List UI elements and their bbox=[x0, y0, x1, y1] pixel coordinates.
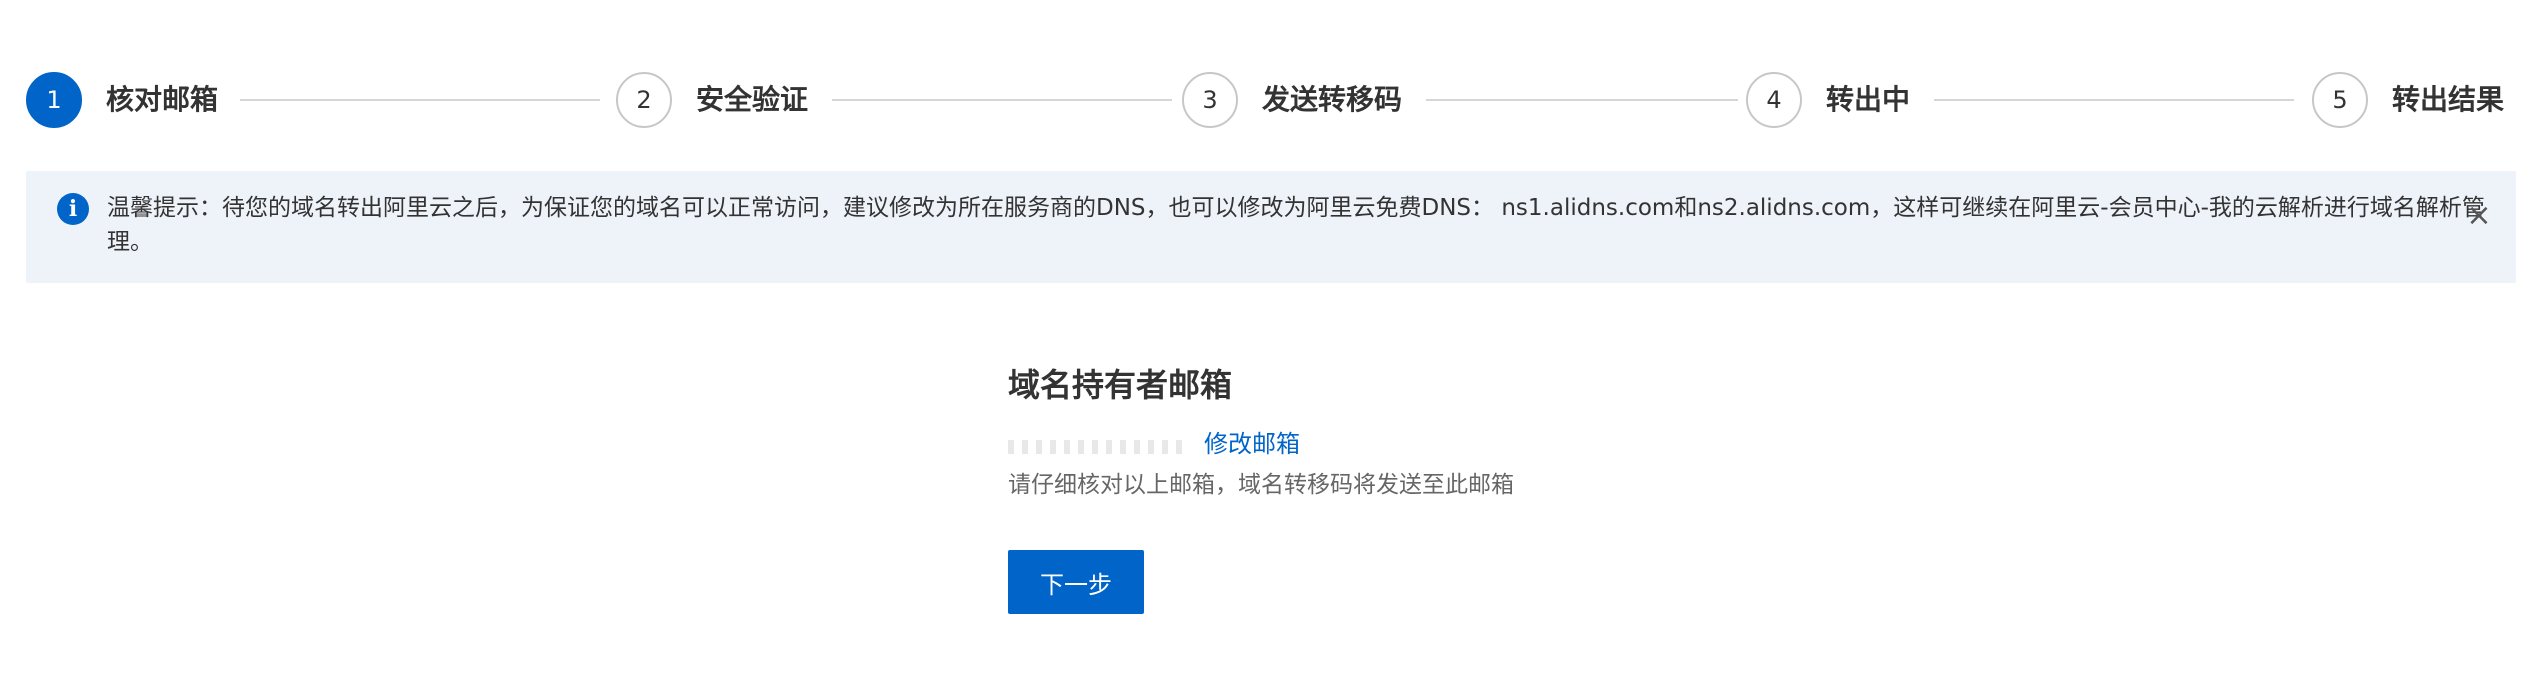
step-connector bbox=[832, 99, 1172, 101]
page: 1 核对邮箱 2 安全验证 3 发送转移码 4 转出中 5 转出结果 i 温馨提… bbox=[0, 0, 2538, 680]
close-icon[interactable]: × bbox=[2464, 201, 2494, 231]
email-row: 修改邮箱 bbox=[1008, 424, 1808, 458]
step-1-label: 核对邮箱 bbox=[106, 83, 219, 116]
edit-email-link[interactable]: 修改邮箱 bbox=[1204, 424, 1300, 459]
step-4-number: 4 bbox=[1746, 72, 1802, 128]
step-1-number: 1 bbox=[26, 72, 82, 128]
email-verify-section: 域名持有者邮箱 修改邮箱 请仔细核对以上邮箱，域名转移码将发送至此邮箱 下一步 bbox=[1008, 360, 1808, 614]
masked-email-value bbox=[1008, 440, 1190, 454]
transfer-stepper: 1 核对邮箱 2 安全验证 3 发送转移码 4 转出中 5 转出结果 bbox=[26, 72, 2516, 130]
step-5-number: 5 bbox=[2312, 72, 2368, 128]
notice-banner: i 温馨提示：待您的域名转出阿里云之后，为保证您的域名可以正常访问，建议修改为所… bbox=[26, 171, 2516, 283]
step-3-number: 3 bbox=[1182, 72, 1238, 128]
step-connector bbox=[1934, 99, 2294, 101]
step-2-number: 2 bbox=[616, 72, 672, 128]
step-connector bbox=[240, 99, 600, 101]
step-connector bbox=[1426, 99, 1738, 101]
info-icon: i bbox=[57, 193, 89, 225]
step-5-label: 转出结果 bbox=[2392, 83, 2505, 116]
notice-text: 温馨提示：待您的域名转出阿里云之后，为保证您的域名可以正常访问，建议修改为所在服… bbox=[107, 195, 2485, 255]
section-title: 域名持有者邮箱 bbox=[1008, 366, 1233, 404]
step-4-label: 转出中 bbox=[1826, 83, 1911, 116]
email-hint: 请仔细核对以上邮箱，域名转移码将发送至此邮箱 bbox=[1008, 472, 1514, 498]
step-3-label: 发送转移码 bbox=[1262, 83, 1403, 116]
step-2-label: 安全验证 bbox=[696, 83, 809, 116]
next-step-button[interactable]: 下一步 bbox=[1008, 550, 1144, 614]
